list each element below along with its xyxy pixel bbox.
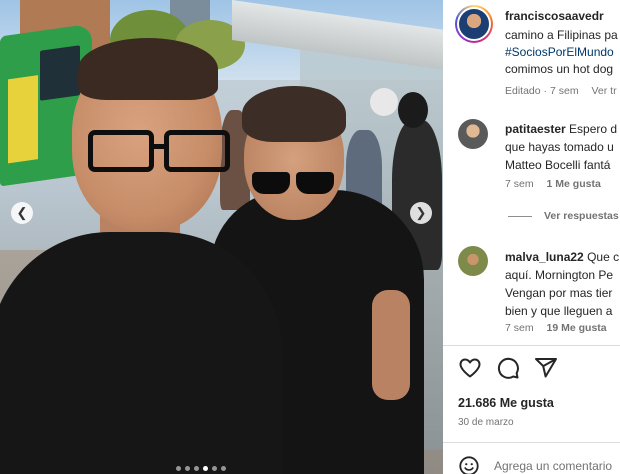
comment-likes[interactable]: 19 Me gusta bbox=[547, 322, 607, 334]
comment-meta: 7 sem 1 Me gusta bbox=[505, 178, 601, 190]
comment-text-line: aquí. Mornington Pe bbox=[505, 268, 614, 282]
caption-text-line: camino a Filipinas pa bbox=[505, 28, 618, 42]
add-comment-input[interactable] bbox=[494, 459, 620, 473]
comment-text: Que c bbox=[587, 250, 620, 264]
action-bar bbox=[458, 356, 558, 380]
emoji-icon[interactable] bbox=[458, 455, 480, 474]
comment-text-line: bien y que lleguen a bbox=[505, 304, 613, 318]
carousel-dot bbox=[194, 466, 199, 471]
comment-icon[interactable] bbox=[496, 356, 520, 380]
eyeglasses bbox=[88, 130, 240, 174]
photo-person-left-hair bbox=[78, 38, 218, 100]
comment-text: Espero d bbox=[569, 122, 618, 136]
photo-person-right-arm bbox=[372, 290, 410, 400]
comment-box-divider bbox=[443, 442, 620, 443]
comment-username[interactable]: malva_luna22 bbox=[505, 250, 584, 264]
carousel-dot-active bbox=[203, 466, 208, 471]
commenter-avatar[interactable] bbox=[458, 246, 488, 276]
actions-divider bbox=[443, 345, 620, 346]
tram-door bbox=[8, 75, 38, 164]
comment-text-line: que hayas tomado u bbox=[505, 140, 614, 154]
comment-text-line: Matteo Bocelli fantá bbox=[505, 158, 611, 172]
carousel-next-button[interactable]: ❯ bbox=[410, 202, 432, 224]
chevron-left-icon: ❮ bbox=[16, 205, 28, 220]
carousel-dots bbox=[176, 466, 226, 471]
comment-time[interactable]: 7 sem bbox=[505, 178, 534, 190]
author-username[interactable]: franciscosaavedr bbox=[505, 9, 604, 23]
share-icon[interactable] bbox=[534, 356, 558, 380]
caption-text-line: comimos un hot dog bbox=[505, 62, 614, 76]
author-avatar[interactable] bbox=[455, 5, 493, 43]
caption-meta: Editado · 7 sem Ver tr bbox=[505, 85, 617, 97]
post-side-panel: franciscosaavedr camino a Filipinas pa #… bbox=[443, 0, 620, 474]
replies-divider-line bbox=[508, 215, 532, 217]
carousel-dot bbox=[221, 466, 226, 471]
photo-person-left-body bbox=[0, 232, 282, 474]
likes-count[interactable]: 21.686 Me gusta bbox=[458, 396, 554, 410]
heart-icon[interactable] bbox=[458, 356, 482, 380]
carousel-dot bbox=[212, 466, 217, 471]
caption-time[interactable]: 7 sem bbox=[550, 85, 579, 97]
photo-bystander-head bbox=[398, 92, 428, 128]
photo-bystander-head bbox=[370, 88, 398, 116]
photo-person-right-hair bbox=[242, 86, 346, 142]
comment-meta: 7 sem 19 Me gusta bbox=[505, 322, 607, 334]
carousel-dot bbox=[176, 466, 181, 471]
tram-window bbox=[40, 45, 80, 101]
view-replies-button[interactable]: Ver respuestas bbox=[508, 210, 619, 222]
comment: patitaester Espero d que hayas tomado u … bbox=[505, 120, 617, 174]
see-translation-link[interactable]: Ver tr bbox=[591, 85, 616, 97]
caption-hashtag[interactable]: #SociosPorElMundo bbox=[505, 44, 614, 61]
carousel-prev-button[interactable]: ❮ bbox=[11, 202, 33, 224]
comment-text-line: Vengan por mas tier bbox=[505, 286, 613, 300]
comment-likes[interactable]: 1 Me gusta bbox=[547, 178, 601, 190]
add-comment-bar bbox=[458, 455, 620, 474]
comment-username[interactable]: patitaester bbox=[505, 122, 566, 136]
post-photo[interactable]: ❮ ❯ bbox=[0, 0, 443, 474]
sunglasses bbox=[252, 172, 336, 196]
post-date[interactable]: 30 de marzo bbox=[458, 417, 514, 428]
carousel-dot bbox=[185, 466, 190, 471]
comment-time[interactable]: 7 sem bbox=[505, 322, 534, 334]
view-replies-label: Ver respuestas bbox=[544, 210, 619, 222]
caption-line: franciscosaavedr bbox=[505, 8, 604, 25]
commenter-avatar[interactable] bbox=[458, 119, 488, 149]
comment: malva_luna22 Que c aquí. Mornington Pe V… bbox=[505, 248, 619, 320]
chevron-right-icon: ❯ bbox=[415, 205, 427, 220]
edited-label: Editado bbox=[505, 85, 541, 97]
